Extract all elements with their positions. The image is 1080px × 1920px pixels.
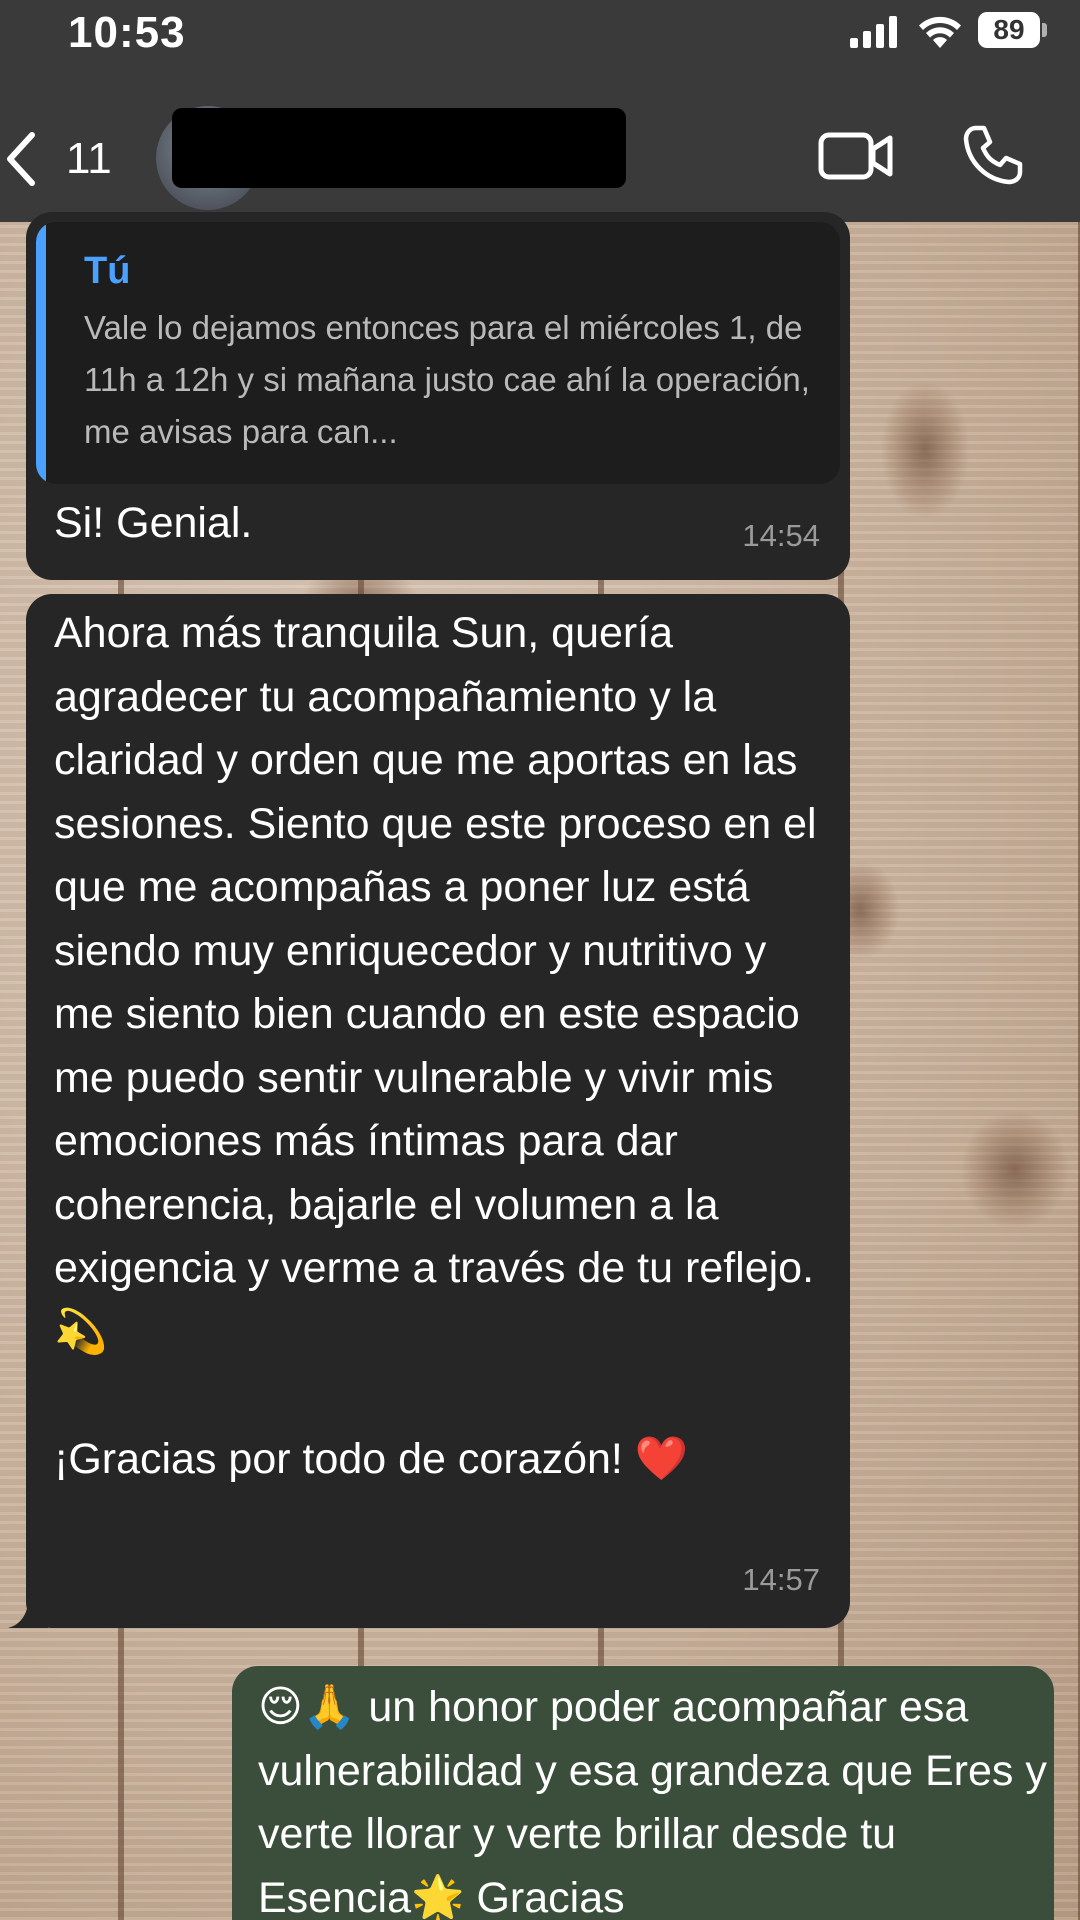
- message-text: Ahora más tranquila Sun, quería agradece…: [54, 609, 817, 1483]
- back-button[interactable]: 11: [4, 124, 112, 194]
- message-text: 😌🙏 un honor poder acompañar esa vulnerab…: [258, 1683, 1059, 1920]
- chat-screen: 10:53 89 11 Tú Vale lo dejamos entonces …: [0, 0, 1080, 1920]
- message-outgoing[interactable]: 😌🙏 un honor poder acompañar esa vulnerab…: [232, 1666, 1054, 1920]
- phone-icon: [963, 125, 1023, 185]
- message-time: 14:54: [742, 518, 820, 553]
- cellular-signal-icon: [850, 16, 897, 48]
- message-text: Si! Genial.: [54, 499, 253, 547]
- voice-call-button[interactable]: [962, 124, 1024, 191]
- contact-name-redacted[interactable]: [172, 108, 626, 188]
- message-incoming[interactable]: Tú Vale lo dejamos entonces para el miér…: [26, 212, 850, 580]
- video-camera-icon: [818, 132, 893, 180]
- wifi-icon: [919, 16, 961, 48]
- battery-icon: 89: [978, 12, 1048, 48]
- unread-count: 11: [66, 134, 112, 183]
- chat-header: 11: [0, 80, 1080, 222]
- quote-author: Tú: [84, 250, 131, 292]
- status-time: 10:53: [68, 8, 186, 57]
- quoted-reply[interactable]: Tú Vale lo dejamos entonces para el miér…: [36, 222, 840, 484]
- chat-messages[interactable]: Tú Vale lo dejamos entonces para el miér…: [0, 212, 1080, 1920]
- message-time: 14:57: [742, 1562, 820, 1597]
- message-incoming[interactable]: Ahora más tranquila Sun, quería agradece…: [8, 594, 850, 1628]
- video-call-button[interactable]: [818, 130, 894, 187]
- battery-level: 89: [978, 12, 1040, 48]
- bubble-tail: [8, 1592, 48, 1628]
- quote-text: Vale lo dejamos entonces para el miércol…: [84, 309, 810, 450]
- status-bar: 10:53 89: [0, 0, 1080, 80]
- quote-accent-bar: [36, 222, 46, 484]
- chevron-left-icon: [7, 132, 35, 186]
